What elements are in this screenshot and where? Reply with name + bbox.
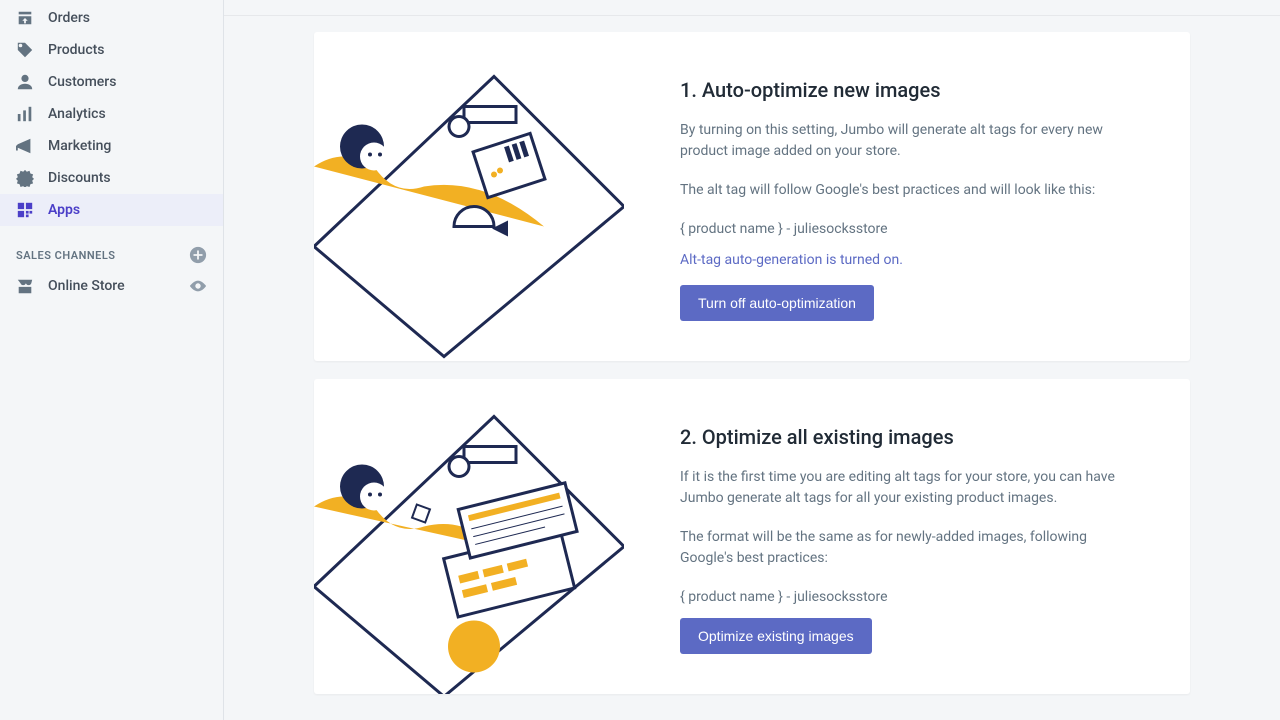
sidebar-item-label: Marketing	[48, 138, 111, 154]
add-channel-icon[interactable]	[189, 246, 207, 264]
illustration-2	[314, 379, 624, 694]
orders-icon	[16, 9, 34, 27]
sidebar-item-customers[interactable]: Customers	[0, 66, 223, 98]
optimize-existing-images-button[interactable]: Optimize existing images	[680, 618, 872, 654]
sidebar-item-apps[interactable]: Apps	[0, 194, 223, 226]
products-icon	[16, 41, 34, 59]
sales-channels-header: SALES CHANNELS	[0, 226, 223, 270]
apps-icon	[16, 201, 34, 219]
marketing-icon	[16, 137, 34, 155]
template-example: { product name } - juliesocksstore	[680, 219, 1130, 240]
sidebar: Orders Products Customers Analytics Mark…	[0, 0, 224, 720]
view-store-icon[interactable]	[189, 277, 207, 295]
sidebar-item-label: Orders	[48, 10, 90, 26]
card-paragraph: The format will be the same as for newly…	[680, 527, 1130, 569]
sidebar-item-analytics[interactable]: Analytics	[0, 98, 223, 130]
sales-channels-label: SALES CHANNELS	[16, 249, 116, 262]
card-paragraph: The alt tag will follow Google's best pr…	[680, 180, 1130, 201]
sidebar-item-discounts[interactable]: Discounts	[0, 162, 223, 194]
card-auto-optimize: 1. Auto-optimize new images By turning o…	[314, 32, 1190, 361]
sidebar-item-products[interactable]: Products	[0, 34, 223, 66]
customers-icon	[16, 73, 34, 91]
turn-off-auto-optimization-button[interactable]: Turn off auto-optimization	[680, 285, 874, 321]
card-title: 2. Optimize all existing images	[680, 425, 1130, 449]
discounts-icon	[16, 169, 34, 187]
card-paragraph: If it is the first time you are editing …	[680, 467, 1130, 509]
template-example: { product name } - juliesocksstore	[680, 587, 1130, 608]
sidebar-item-label: Discounts	[48, 170, 111, 186]
analytics-icon	[16, 105, 34, 123]
sidebar-item-orders[interactable]: Orders	[0, 2, 223, 34]
sidebar-item-label: Analytics	[48, 106, 106, 122]
illustration-1	[314, 32, 624, 361]
card-title: 1. Auto-optimize new images	[680, 78, 1130, 102]
sidebar-item-label: Products	[48, 42, 105, 58]
channel-label: Online Store	[48, 278, 125, 294]
online-store-icon	[16, 277, 34, 295]
sidebar-item-marketing[interactable]: Marketing	[0, 130, 223, 162]
sidebar-item-label: Apps	[48, 202, 80, 218]
card-paragraph: By turning on this setting, Jumbo will g…	[680, 120, 1130, 162]
sidebar-item-label: Customers	[48, 74, 116, 90]
main-content: 1. Auto-optimize new images By turning o…	[224, 0, 1280, 720]
card-optimize-existing: 2. Optimize all existing images If it is…	[314, 379, 1190, 694]
status-text: Alt-tag auto-generation is turned on.	[680, 250, 1130, 271]
channel-online-store[interactable]: Online Store	[0, 270, 223, 302]
